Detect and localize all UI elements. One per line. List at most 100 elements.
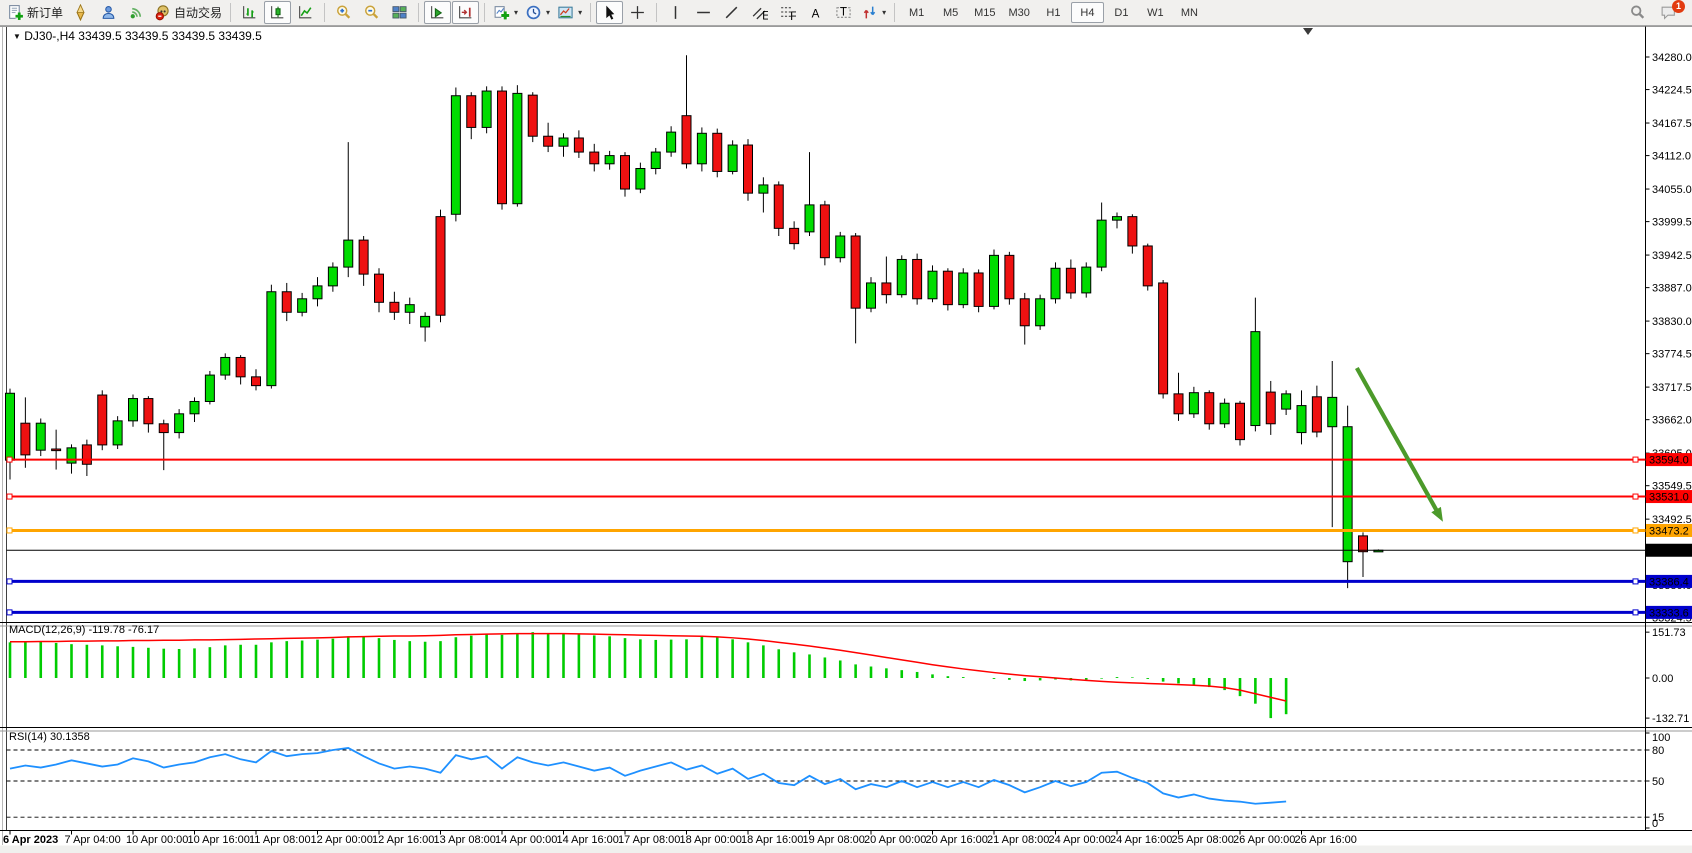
timeframe-m30-button[interactable]: M30 bbox=[1003, 2, 1036, 23]
timeframe-mn-button[interactable]: MN bbox=[1173, 2, 1206, 23]
svg-text:20 Apr 00:00: 20 Apr 00:00 bbox=[864, 834, 926, 846]
signal-icon bbox=[128, 4, 145, 21]
chart-title: ▼ DJ30-,H4 33439.5 33439.5 33439.5 33439… bbox=[13, 29, 262, 43]
svg-text:33439.5: 33439.5 bbox=[1649, 545, 1689, 557]
chartshift-icon bbox=[457, 4, 474, 21]
svg-text:12 Apr 16:00: 12 Apr 16:00 bbox=[372, 834, 434, 846]
mql5-market-button[interactable] bbox=[67, 1, 94, 24]
button-label: 自动交易 bbox=[174, 4, 222, 21]
svg-text:34224.5: 34224.5 bbox=[1652, 85, 1692, 97]
crosshair-icon bbox=[629, 4, 646, 21]
crosshair-button[interactable] bbox=[624, 1, 651, 24]
linechart-icon bbox=[297, 4, 314, 21]
clock-icon bbox=[525, 4, 542, 21]
channel-icon: E bbox=[751, 4, 768, 21]
compass-icon bbox=[72, 4, 89, 21]
autotrading-button[interactable]: 自动交易 bbox=[151, 1, 225, 24]
toolbar-separator bbox=[656, 3, 657, 22]
zoom-out-button[interactable] bbox=[358, 1, 385, 24]
toolbar-separator bbox=[418, 3, 419, 22]
chart-canvas[interactable]: 34280.034224.534167.534112.034055.033999… bbox=[0, 0, 1692, 853]
svg-text:26 Apr 00:00: 26 Apr 00:00 bbox=[1233, 834, 1295, 846]
svg-text:33717.5: 33717.5 bbox=[1652, 382, 1692, 394]
dropdown-arrow-icon[interactable]: ▾ bbox=[514, 8, 518, 17]
channel-button[interactable]: E bbox=[746, 1, 773, 24]
svg-text:33774.5: 33774.5 bbox=[1652, 349, 1692, 361]
dropdown-arrow-icon[interactable]: ▾ bbox=[546, 8, 550, 17]
svg-text:25 Apr 08:00: 25 Apr 08:00 bbox=[1172, 834, 1234, 846]
arrows-button[interactable]: ▾ bbox=[858, 1, 889, 24]
person-icon bbox=[100, 4, 117, 21]
signals-button[interactable] bbox=[123, 1, 150, 24]
svg-text:33662.0: 33662.0 bbox=[1652, 415, 1692, 427]
fibo-icon: F bbox=[779, 4, 796, 21]
zoom-in-icon bbox=[335, 4, 352, 21]
svg-text:14 Apr 16:00: 14 Apr 16:00 bbox=[557, 834, 619, 846]
chart-menu-icon[interactable]: ▼ bbox=[13, 32, 21, 41]
text-label-icon: T bbox=[835, 4, 852, 21]
dropdown-arrow-icon[interactable]: ▾ bbox=[578, 8, 582, 17]
zoom-in-button[interactable] bbox=[330, 1, 357, 24]
timeframe-w1-button[interactable]: W1 bbox=[1139, 2, 1172, 23]
timeframe-h4-button[interactable]: H4 bbox=[1071, 2, 1104, 23]
svg-text:T: T bbox=[840, 5, 847, 18]
svg-text:100: 100 bbox=[1652, 732, 1670, 744]
svg-text:33531.0: 33531.0 bbox=[1649, 492, 1689, 504]
text-button[interactable]: A bbox=[802, 1, 829, 24]
search-button[interactable] bbox=[1624, 1, 1651, 24]
svg-text:21 Apr 08:00: 21 Apr 08:00 bbox=[987, 834, 1049, 846]
chart-shift-button[interactable] bbox=[452, 1, 479, 24]
templates-button[interactable]: ▾ bbox=[554, 1, 585, 24]
new-order-button[interactable]: 新订单 bbox=[4, 1, 66, 24]
chat-button[interactable]: 1 bbox=[1655, 1, 1682, 24]
autoscroll-icon bbox=[429, 4, 446, 21]
timeframe-m15-button[interactable]: M15 bbox=[968, 2, 1001, 23]
timeframe-m5-button[interactable]: M5 bbox=[934, 2, 967, 23]
timeframe-h1-button[interactable]: H1 bbox=[1037, 2, 1070, 23]
auto-scroll-button[interactable] bbox=[424, 1, 451, 24]
bar-chart-button[interactable] bbox=[236, 1, 263, 24]
svg-text:0: 0 bbox=[1652, 818, 1658, 830]
candle-chart-button[interactable] bbox=[264, 1, 291, 24]
trendline-button[interactable] bbox=[718, 1, 745, 24]
svg-text:33942.5: 33942.5 bbox=[1652, 250, 1692, 262]
autotrade-icon bbox=[154, 4, 171, 21]
macd-indicator-label: MACD(12,26,9) -119.78 -76.17 bbox=[9, 624, 159, 636]
mql5-community-button[interactable] bbox=[95, 1, 122, 24]
tile-windows-button[interactable] bbox=[386, 1, 413, 24]
svg-text:34112.0: 34112.0 bbox=[1652, 151, 1691, 163]
svg-text:19 Apr 08:00: 19 Apr 08:00 bbox=[803, 834, 865, 846]
timeframe-m1-button[interactable]: M1 bbox=[900, 2, 933, 23]
svg-text:33333.6: 33333.6 bbox=[1649, 607, 1689, 619]
svg-text:A: A bbox=[812, 7, 820, 20]
chart-frame bbox=[0, 26, 1692, 853]
vline-icon bbox=[667, 4, 684, 21]
svg-text:18 Apr 00:00: 18 Apr 00:00 bbox=[680, 834, 742, 846]
line-chart-button[interactable] bbox=[292, 1, 319, 24]
periods-button[interactable]: ▾ bbox=[522, 1, 553, 24]
indicators-button[interactable]: ▾ bbox=[490, 1, 521, 24]
svg-text:24 Apr 00:00: 24 Apr 00:00 bbox=[1049, 834, 1111, 846]
vertical-line-button[interactable] bbox=[662, 1, 689, 24]
text-label-button[interactable]: T bbox=[830, 1, 857, 24]
toolbar-separator bbox=[590, 3, 591, 22]
trendline-icon bbox=[723, 4, 740, 21]
notification-badge: 1 bbox=[1672, 0, 1685, 13]
toolbar-separator bbox=[484, 3, 485, 22]
timeframe-d1-button[interactable]: D1 bbox=[1105, 2, 1138, 23]
svg-text:151.73: 151.73 bbox=[1652, 627, 1686, 639]
svg-text:E: E bbox=[762, 9, 768, 21]
chart-ohlc-values: 33439.5 33439.5 33439.5 33439.5 bbox=[78, 29, 262, 43]
svg-text:34280.0: 34280.0 bbox=[1652, 52, 1692, 64]
candles-icon bbox=[269, 4, 286, 21]
svg-text:17 Apr 08:00: 17 Apr 08:00 bbox=[618, 834, 680, 846]
template-icon bbox=[557, 4, 574, 21]
horizontal-line-button[interactable] bbox=[690, 1, 717, 24]
cursor-button[interactable] bbox=[596, 1, 623, 24]
fibonacci-button[interactable]: F bbox=[774, 1, 801, 24]
svg-text:7 Apr 04:00: 7 Apr 04:00 bbox=[65, 834, 121, 846]
rsi-indicator-label: RSI(14) 30.1358 bbox=[9, 731, 90, 743]
toolbar: 新订单 自动交易 ▾ ▾ ▾ EF A T ▾ M1M5M15M30H1H4D1W1MN 1 bbox=[0, 0, 1692, 26]
dropdown-arrow-icon[interactable]: ▾ bbox=[882, 8, 886, 17]
svg-text:24 Apr 16:00: 24 Apr 16:00 bbox=[1110, 834, 1172, 846]
